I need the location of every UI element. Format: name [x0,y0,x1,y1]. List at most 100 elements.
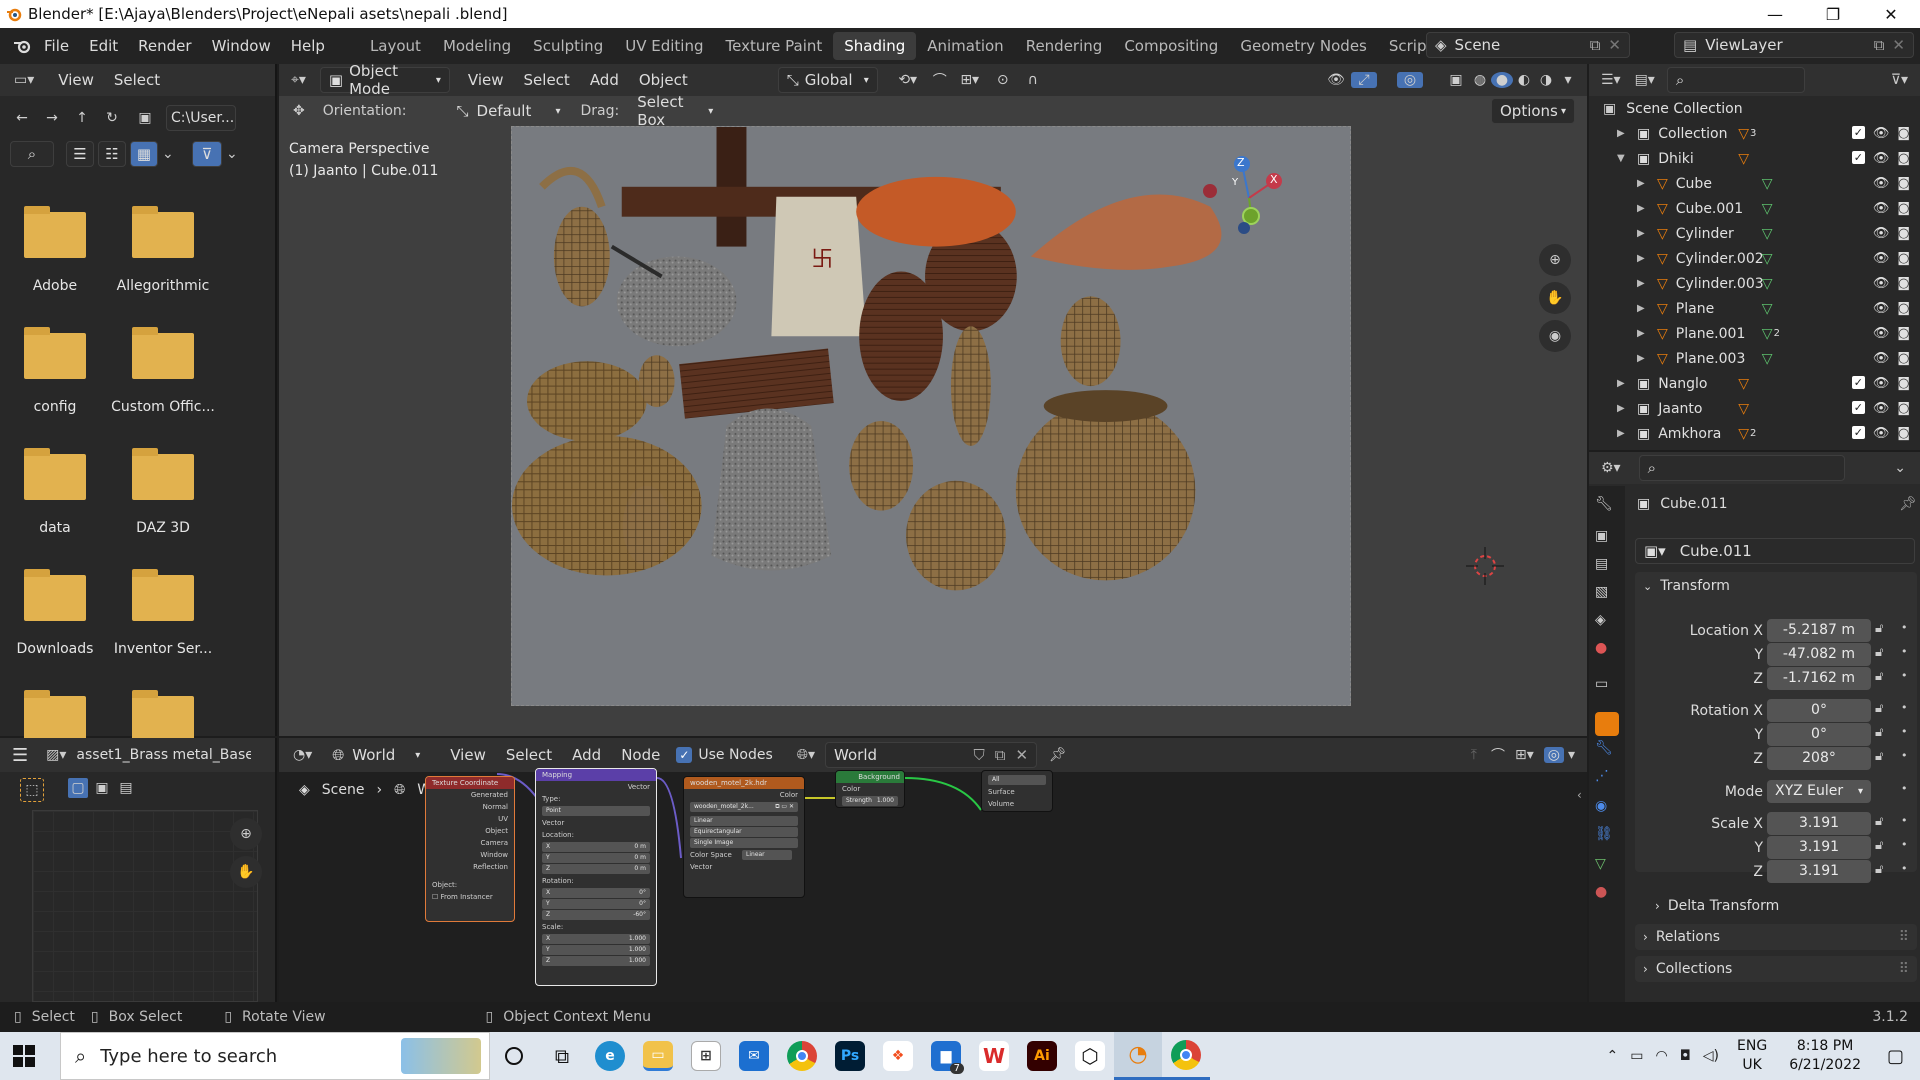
drag-handle-icon[interactable]: ⠿ [1899,929,1909,945]
tab-shading[interactable]: Shading [833,32,917,60]
shading-options-icon[interactable]: ▾ [1557,72,1579,88]
render-camera-icon[interactable]: ◙ [1897,301,1910,316]
visibility-eye-icon[interactable]: 👁︎ [1873,276,1890,291]
file-select-menu[interactable]: Select [104,66,170,94]
menu-edit[interactable]: Edit [79,32,128,60]
render-camera-icon[interactable]: ◙ [1897,251,1910,266]
photoshop-icon[interactable]: Ps [826,1032,874,1080]
render-camera-icon[interactable]: ◙ [1897,351,1910,366]
folder-item[interactable]: Adobe [0,206,110,294]
mesh-data-icon[interactable]: ▽ [1762,201,1773,217]
delete-viewlayer-icon[interactable]: ✕ [1892,36,1905,54]
location-y-field[interactable]: Y 0 m [542,853,650,863]
pan-hand-icon[interactable]: ✋ [230,856,262,888]
editor-type-icon[interactable]: ▭▾ [14,72,34,88]
taskbar-search-box[interactable]: ⌕ Type here to search [60,1032,490,1080]
keyframe-dot-icon[interactable]: • [1901,862,1908,875]
sidebar-toggle-icon[interactable]: ‹ [1577,788,1582,802]
material-tab-icon[interactable]: ● [1595,884,1619,908]
options-icon[interactable]: ⌄ [1894,460,1906,476]
forward-arrow-icon[interactable]: → [40,110,64,126]
overlay-toggle-icon[interactable]: ◎ [1397,72,1423,88]
render-camera-icon[interactable]: ◙ [1897,126,1910,141]
rotation-z-field[interactable]: Z -60° [542,910,650,920]
filter-icon[interactable]: ⊽▾ [1891,72,1908,88]
rotation-z-field[interactable]: 208° [1767,747,1871,770]
mail-icon[interactable]: ✉ [730,1032,778,1080]
list-vertical-icon[interactable]: ☰ [66,141,94,167]
keyframe-dot-icon[interactable]: • [1901,645,1908,658]
view-layer-tab-icon[interactable]: ▧ [1595,584,1619,608]
transform-header[interactable]: ⌄ Transform [1635,572,1917,600]
viewport-view-menu[interactable]: View [458,66,514,94]
expand-right-icon[interactable]: ▶ [1637,278,1651,289]
outliner-item[interactable]: ▶ ▽ Cube.001 ▽ 👁︎ ◙ [1589,196,1920,221]
scale-z-field[interactable]: Z 1.000 [542,956,650,966]
scale-x-field[interactable]: 3.191 [1767,812,1871,835]
viewlayer-selector[interactable]: ▤ ViewLayer ⧉ ✕ [1674,32,1914,58]
clock[interactable]: 8:18 PM 6/21/2022 [1789,1037,1861,1075]
render-camera-icon[interactable]: ◙ [1897,201,1910,216]
visibility-eye-icon[interactable]: 👁︎ [1873,126,1890,141]
blender-menu-icon[interactable] [10,38,34,54]
outliner-item[interactable]: ▶ ▣ Nanglo ▽ ✓ 👁︎ ◙ [1589,371,1920,396]
folder-item[interactable]: Downloads [0,569,110,657]
object-data-icon[interactable]: ▽ [1738,151,1749,167]
start-button[interactable] [0,1032,48,1080]
outliner-item[interactable]: ▶ ▣ Amkhora ▽ 2 ✓ 👁︎ ◙ [1589,421,1920,446]
select-extend-icon[interactable]: ▣ [92,778,112,798]
image-editor-type-icon[interactable]: ▨▾ [46,747,66,763]
outliner-item[interactable]: ▼ ▣ Dhiki ▽ ✓ 👁︎ ◙ [1589,146,1920,171]
collections-panel[interactable]: › Collections ⠿ [1635,956,1917,982]
volume-icon[interactable]: ◁) [1703,1048,1719,1064]
list-horizontal-icon[interactable]: ☷ [98,141,126,167]
figma-icon[interactable]: ❖ [874,1032,922,1080]
scene-selector[interactable]: ◈ Scene ⧉ ✕ [1426,32,1630,58]
render-camera-icon[interactable]: ◙ [1897,151,1910,166]
tab-layout[interactable]: Layout [359,32,432,60]
keyframe-dot-icon[interactable]: • [1901,814,1908,827]
location-z-field[interactable]: Z 0 m [542,864,650,874]
keyframe-dot-icon[interactable]: • [1901,621,1908,634]
render-camera-icon[interactable]: ◙ [1897,401,1910,416]
battery-icon[interactable]: ▭ [1630,1048,1643,1064]
expand-right-icon[interactable]: ▶ [1637,203,1651,214]
lock-icon[interactable]: 🔓︎ [1875,621,1883,636]
outliner-root[interactable]: ▣ Scene Collection [1589,96,1920,121]
path-field[interactable]: C:\User... [166,105,236,131]
outliner-item[interactable]: ▶ ▽ Cylinder.003 ▽ 👁︎ ◙ [1589,271,1920,296]
tab-geometry-nodes[interactable]: Geometry Nodes [1229,32,1378,60]
viewport-select-menu[interactable]: Select [514,66,580,94]
new-folder-icon[interactable]: ▣ [130,110,160,126]
scale-x-field[interactable]: X 1.000 [542,934,650,944]
tab-texture-paint[interactable]: Texture Paint [714,32,833,60]
folder-item[interactable]: Inventor Ser... [108,569,218,657]
world-tab-icon[interactable]: ● [1595,640,1619,664]
from-instancer-checkbox[interactable]: ☐ From Instancer [426,891,514,903]
shader-node-editor[interactable]: ◔▾ 🌐︎ World ▾ View Select Add Node ✓ Use… [279,738,1587,1002]
task-view-icon[interactable]: ⧉ [538,1032,586,1080]
new-viewlayer-icon[interactable]: ⧉ [1874,36,1885,54]
viewport-add-menu[interactable]: Add [580,66,629,94]
tab-sculpting[interactable]: Sculpting [522,32,614,60]
environment-texture-node[interactable]: wooden_motel_2k.hdr Color wooden_motel_2… [683,776,805,898]
location-x-field[interactable]: -5.2187 m [1767,619,1871,642]
properties-type-icon[interactable]: ⚙▾ [1601,460,1621,476]
node-field[interactable]: Object: [426,879,514,891]
lock-icon[interactable]: 🔓︎ [1875,725,1883,740]
location-z-field[interactable]: -1.7162 m [1767,667,1871,690]
drag-handle-icon[interactable]: ⠿ [1899,961,1909,977]
object-data-icon[interactable]: ▽ [1738,376,1749,392]
parent-dir-icon[interactable]: ↑ [70,110,94,126]
cortana-icon[interactable] [490,1032,538,1080]
constraints-tab-icon[interactable]: ⛓︎ [1595,826,1619,850]
chrome-icon[interactable] [778,1032,826,1080]
visibility-eye-icon[interactable]: 👁︎ [1873,226,1890,241]
interpolation-dropdown[interactable]: Linear [690,816,798,826]
mesh-data-icon[interactable]: ▽ [1762,326,1773,342]
render-tab-icon[interactable]: ▣ [1595,528,1619,552]
transform-orientation-dropdown[interactable]: ⤡ Global ▾ [777,67,878,93]
refresh-icon[interactable]: ↻ [100,110,124,126]
exclude-checkbox[interactable]: ✓ [1851,426,1865,439]
pan-hand-icon[interactable]: ✋ [1539,282,1571,314]
